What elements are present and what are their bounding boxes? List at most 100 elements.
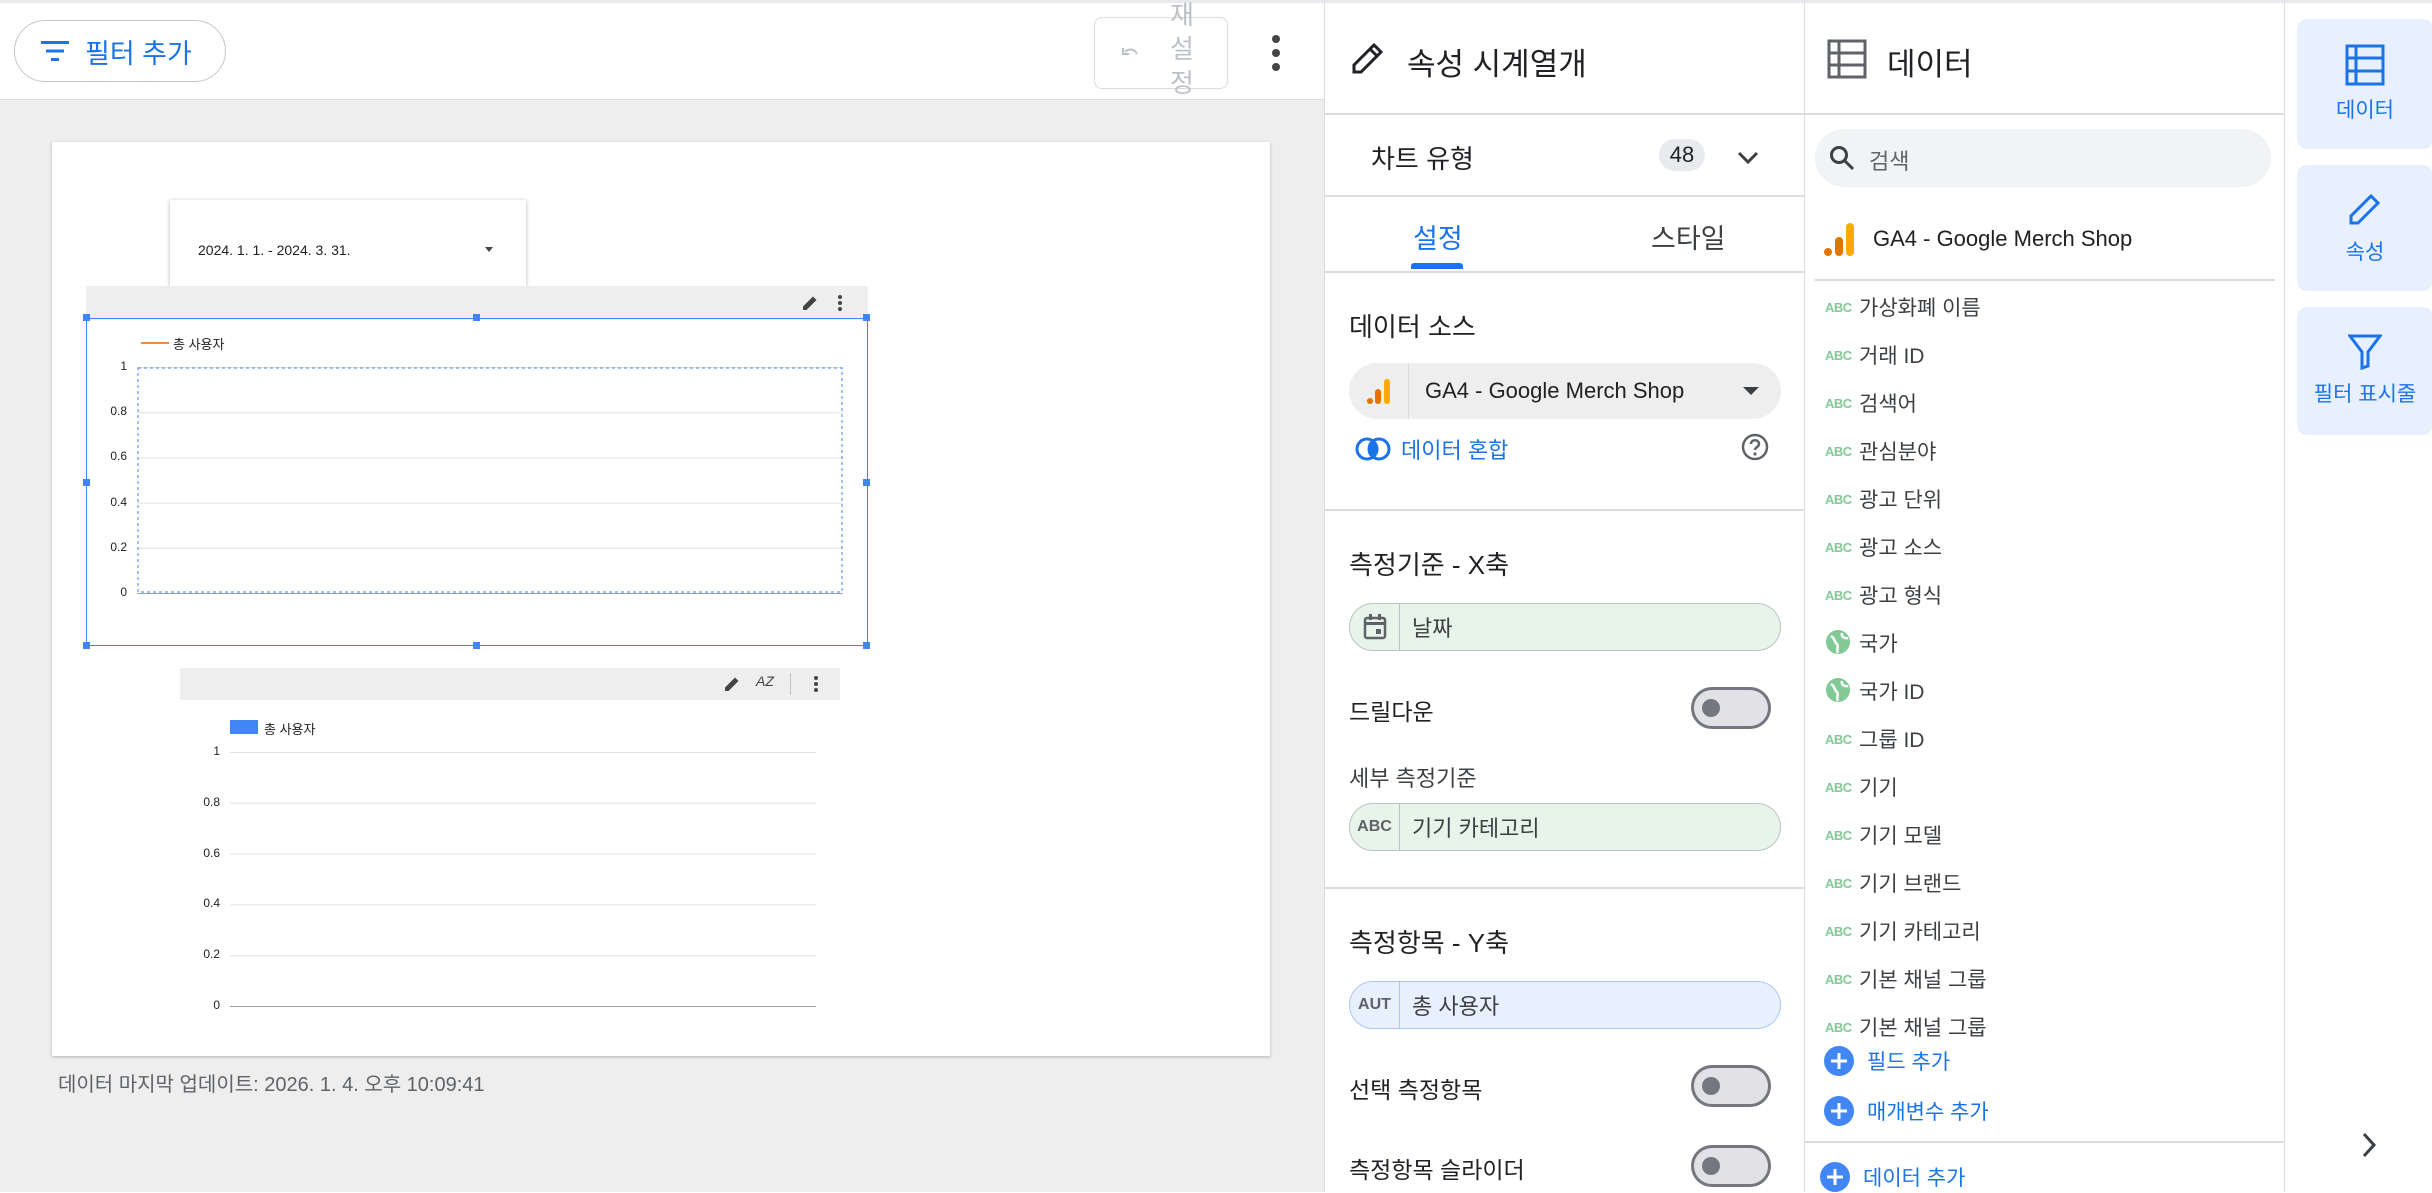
rail-filter-bar-button[interactable]: 필터 표시줄	[2297, 307, 2432, 435]
add-circle-icon	[1824, 1046, 1854, 1076]
field-label: 기본 채널 그룹	[1859, 969, 1987, 992]
text-type-icon: ABC	[1825, 1019, 1852, 1035]
field-search-input[interactable]: 검색	[1815, 129, 2271, 187]
y-tick-label: 0.2	[110, 539, 127, 554]
selection-outline	[137, 367, 843, 593]
tab-setup[interactable]: 설정	[1325, 197, 1565, 271]
text-type-icon: ABC	[1825, 443, 1852, 459]
field-item[interactable]: 국가	[1825, 625, 1898, 661]
field-item[interactable]: ABC 기기	[1825, 769, 1898, 805]
rail-properties-label: 속성	[2345, 241, 2385, 264]
y-tick-label: 0.4	[110, 494, 127, 509]
time-series-chart[interactable]: 총 사용자 1 0.8 0.6 0.4 0.2 0	[86, 318, 868, 646]
field-item[interactable]: ABC 그룹 ID	[1825, 721, 1924, 757]
optional-metrics-toggle[interactable]	[1691, 1065, 1771, 1107]
more-vert-icon[interactable]	[1264, 31, 1288, 75]
date-range-control[interactable]: 2024. 1. 1. - 2024. 3. 31.	[170, 200, 526, 300]
rail-properties-button[interactable]: 속성	[2297, 165, 2432, 291]
chevron-down-icon	[1737, 151, 1759, 165]
y-tick-label: 0.8	[203, 794, 220, 809]
field-item[interactable]: ABC 검색어	[1825, 385, 1917, 421]
filter-list-icon	[41, 41, 69, 61]
drilldown-toggle[interactable]	[1691, 687, 1771, 729]
tab-style-label: 스타일	[1651, 224, 1726, 254]
dropdown-arrow-icon	[485, 247, 493, 252]
text-type-icon: ABC	[1825, 299, 1852, 315]
add-parameter-label: 매개변수 추가	[1867, 1101, 1989, 1124]
field-item[interactable]: ABC 기기 카테고리	[1825, 913, 1981, 949]
rail-data-button[interactable]: 데이터	[2297, 19, 2432, 149]
text-type-icon: ABC	[1825, 923, 1852, 939]
undo-icon	[1122, 48, 1138, 55]
rail-filter-bar-label: 필터 표시줄	[2313, 383, 2417, 406]
field-item[interactable]: ABC 기본 채널 그룹	[1825, 961, 1987, 997]
metric-chip[interactable]: AUT 총 사용자	[1349, 981, 1781, 1029]
dimension-value: 날짜	[1412, 616, 1453, 641]
add-parameter-button[interactable]: 매개변수 추가	[1823, 1095, 1989, 1127]
data-source-select[interactable]: GA4 - Google Merch Shop	[1349, 363, 1781, 419]
data-panel: 데이터 검색 GA4 - Google Merch Shop ABC 가상화폐 이…	[1804, 0, 2285, 1193]
resize-handle[interactable]	[863, 642, 870, 649]
legend-line-swatch	[141, 342, 169, 344]
chart-plot-area	[230, 752, 816, 1007]
chart-type-selector[interactable]: 차트 유형 48	[1325, 115, 1805, 195]
more-vert-icon[interactable]	[836, 293, 844, 313]
field-item[interactable]: ABC 광고 소스	[1825, 529, 1942, 565]
add-filter-button[interactable]: 필터 추가	[14, 20, 226, 82]
resize-handle[interactable]	[863, 314, 870, 321]
reset-label: 재설정	[1170, 0, 1194, 98]
reset-button[interactable]: 재설정	[1094, 0, 1228, 98]
resize-handle[interactable]	[83, 314, 90, 321]
panel-title: 속성 시계열개	[1407, 47, 1587, 82]
blend-data-button[interactable]: 데이터 혼합	[1355, 433, 1508, 465]
text-type-icon: ABC	[1825, 587, 1852, 603]
resize-handle[interactable]	[83, 479, 90, 486]
table-icon	[2345, 44, 2385, 86]
optional-metrics-label: 선택 측정항목	[1349, 1077, 1483, 1103]
resize-handle[interactable]	[473, 314, 480, 321]
legend-label: 총 사용자	[264, 722, 316, 737]
field-label: 거래 ID	[1859, 345, 1925, 368]
sort-az-icon[interactable]: AZ	[756, 673, 774, 689]
text-type-icon: ABC	[1825, 779, 1852, 795]
edit-icon[interactable]	[800, 293, 820, 313]
field-label: 검색어	[1859, 393, 1917, 416]
add-data-button[interactable]: 데이터 추가	[1819, 1161, 1965, 1193]
field-item[interactable]: ABC 기본 채널 그룹	[1825, 1009, 1987, 1039]
field-label: 광고 단위	[1859, 489, 1943, 512]
breakdown-value: 기기 카테고리	[1412, 816, 1540, 841]
tab-style[interactable]: 스타일	[1565, 197, 1805, 271]
field-item[interactable]: ABC 거래 ID	[1825, 337, 1924, 373]
add-circle-icon	[1824, 1096, 1854, 1126]
field-item[interactable]: ABC 광고 단위	[1825, 481, 1942, 517]
dimension-title: 측정기준 - X축	[1349, 550, 1510, 580]
text-type-icon: ABC	[1825, 491, 1852, 507]
help-icon[interactable]	[1741, 433, 1769, 461]
resize-handle[interactable]	[473, 642, 480, 649]
more-vert-icon[interactable]	[812, 674, 820, 694]
metric-slider-toggle[interactable]	[1691, 1145, 1771, 1187]
field-item[interactable]: ABC 가상화폐 이름	[1825, 289, 1981, 325]
add-data-label: 데이터 추가	[1863, 1167, 1966, 1190]
field-label: 광고 소스	[1859, 537, 1943, 560]
field-item[interactable]: ABC 관심분야	[1825, 433, 1936, 469]
resize-handle[interactable]	[83, 642, 90, 649]
dimension-chip[interactable]: 날짜	[1349, 603, 1781, 651]
field-item[interactable]: ABC 기기 브랜드	[1825, 865, 1961, 901]
data-source-title: 데이터 소스	[1349, 312, 1476, 342]
bar-chart[interactable]: 총 사용자 1 0.8 0.6 0.4 0.2 0	[180, 700, 840, 1030]
text-type-icon: ABC	[1825, 827, 1852, 843]
data-source-header: GA4 - Google Merch Shop	[1823, 221, 2132, 257]
resize-handle[interactable]	[863, 479, 870, 486]
field-item[interactable]: ABC 광고 형식	[1825, 577, 1942, 613]
field-item[interactable]: 국가 ID	[1825, 673, 1924, 709]
breakdown-chip[interactable]: ABC 기기 카테고리	[1349, 803, 1781, 851]
add-circle-icon	[1820, 1162, 1850, 1192]
edit-icon[interactable]	[722, 674, 742, 694]
calendar-icon	[1350, 604, 1400, 650]
chart-plot-area	[137, 367, 843, 594]
field-item[interactable]: ABC 기기 모델	[1825, 817, 1942, 853]
chevron-right-icon[interactable]	[2361, 1131, 2377, 1159]
add-field-button[interactable]: 필드 추가	[1823, 1045, 1950, 1077]
text-type-icon: ABC	[1825, 731, 1852, 747]
